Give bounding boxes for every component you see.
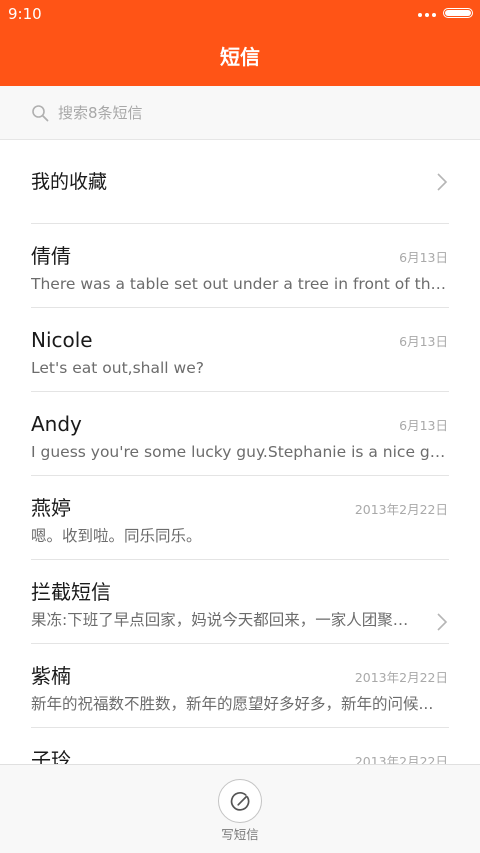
message-date: 6月13日: [399, 250, 448, 265]
favorites-label: 我的收藏: [31, 171, 108, 193]
message-date: 2013年2月22日: [354, 502, 448, 517]
message-preview: 果冻:下班了早点回家，妈说今天都回来，一家人团聚过...: [31, 611, 421, 629]
compose-icon: [230, 792, 250, 811]
conversation-list: 我的收藏 倩倩 6月13日 There was a table set out …: [0, 140, 480, 812]
message-date: 2013年2月22日: [354, 670, 448, 685]
search-placeholder: 搜索8条短信: [58, 104, 143, 122]
message-preview: 新年的祝福数不胜数，新年的愿望好多好多，新年的问候...: [31, 695, 434, 713]
contact-name: 拦截短信: [31, 580, 111, 604]
status-time: 9:10: [8, 5, 42, 23]
contact-name: 紫楠: [31, 664, 71, 688]
blocked-messages-row[interactable]: 拦截短信 果冻:下班了早点回家，妈说今天都回来，一家人团聚过...: [0, 560, 480, 644]
compose-button[interactable]: [218, 779, 262, 823]
contact-name: 倩倩: [31, 244, 71, 268]
message-preview: 嗯。收到啦。同乐同乐。: [31, 527, 202, 545]
favorites-row[interactable]: 我的收藏: [0, 140, 480, 224]
conversation-row[interactable]: 紫楠 2013年2月22日 新年的祝福数不胜数，新年的愿望好多好多，新年的问候.…: [0, 644, 480, 728]
compose-label: 写短信: [221, 827, 259, 842]
contact-name: Nicole: [31, 328, 93, 352]
search-input[interactable]: 搜索8条短信: [0, 86, 480, 140]
messages-screen: 9:10 短信 搜索8条短信 我的收藏 倩倩 6月13日 There was a…: [0, 0, 480, 853]
search-icon: [32, 105, 49, 122]
conversation-row[interactable]: Nicole 6月13日 Let's eat out,shall we?: [0, 308, 480, 392]
contact-name: Andy: [31, 412, 82, 436]
chevron-right-icon: [437, 173, 448, 191]
message-preview: I guess you're some lucky guy.Stephanie …: [31, 443, 448, 461]
message-preview: There was a table set out under a tree i…: [31, 275, 448, 293]
conversation-row[interactable]: Andy 6月13日 I guess you're some lucky guy…: [0, 392, 480, 476]
conversation-row[interactable]: 倩倩 6月13日 There was a table set out under…: [0, 224, 480, 308]
more-dots-icon: [418, 13, 436, 17]
conversation-row[interactable]: 燕婷 2013年2月22日 嗯。收到啦。同乐同乐。: [0, 476, 480, 560]
header-bar: 9:10 短信: [0, 0, 480, 86]
contact-name: 燕婷: [31, 496, 71, 520]
page-title: 短信: [220, 45, 260, 69]
bottom-bar: 写短信: [0, 764, 480, 853]
message-preview: Let's eat out,shall we?: [31, 359, 204, 377]
message-date: 6月13日: [399, 334, 448, 349]
chevron-right-icon: [437, 613, 448, 631]
message-date: 6月13日: [399, 418, 448, 433]
battery-icon: [443, 8, 473, 18]
